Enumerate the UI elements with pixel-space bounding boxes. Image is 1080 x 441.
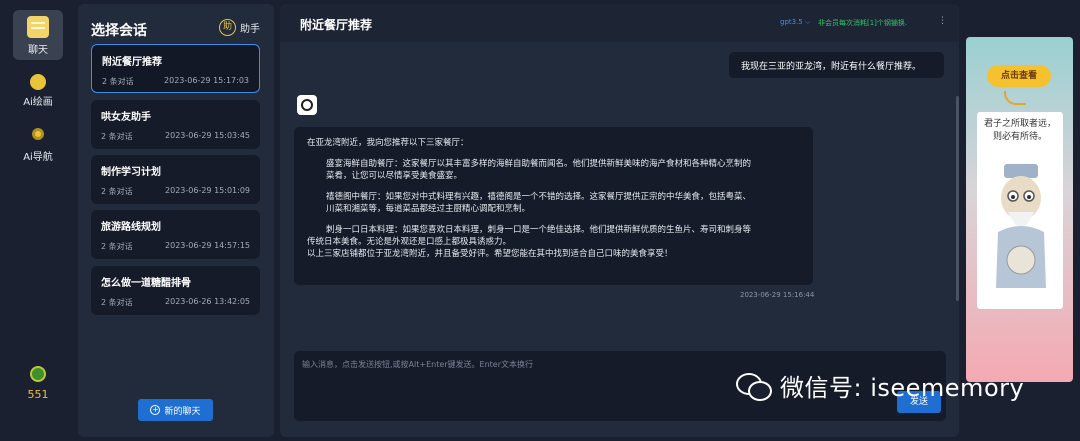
conversation-time: 2023-06-29 15:01:09 xyxy=(165,186,250,195)
conversation-count: 2 条对话 xyxy=(101,132,133,141)
chat-title: 附近餐厅推荐 xyxy=(300,18,373,32)
paint-icon xyxy=(30,74,46,90)
conversation-title: 附近餐厅推荐 xyxy=(102,57,162,68)
scholar-character-image xyxy=(996,164,1046,288)
bot-line: 刺身一口日本料理：如果您喜欢日本料理，刺身一口是一个绝佳选择。他们提供新鲜优质的… xyxy=(326,225,752,235)
conversation-count: 2 条对话 xyxy=(102,77,134,86)
compass-icon xyxy=(32,128,44,140)
chat-icon xyxy=(27,16,49,38)
nav-ai-draw-label: Ai绘画 xyxy=(23,97,53,108)
bot-message: 在亚龙湾附近，我向您推荐以下三家餐厅： 盛宴海鲜自助餐厅：这家餐厅以其丰富多样的… xyxy=(294,127,813,285)
conversation-item[interactable]: 哄女友助手 2 条对话 2023-06-29 15:03:45 xyxy=(91,100,260,149)
conversation-time: 2023-06-26 13:42:05 xyxy=(165,297,250,306)
bot-line: 以上三家店铺都位于亚龙湾附近，并且备受好评。希望您能在其中找到适合自己口味的美食… xyxy=(307,249,673,259)
bot-message-time: 2023-06-29 15:16:44 xyxy=(740,291,815,299)
model-selector[interactable]: gpt3.5 ⌵ xyxy=(780,18,810,27)
wechat-icon xyxy=(736,371,772,401)
bot-line: 川菜和湘菜等，每道菜品都经过主厨精心调配和烹制。 xyxy=(326,204,531,214)
conversation-heading: 选择会话 xyxy=(91,23,147,39)
bot-line: 在亚龙湾附近，我向您推荐以下三家餐厅： xyxy=(307,138,469,148)
nav-ai-draw[interactable]: Ai绘画 xyxy=(13,74,63,108)
ad-quote-line: 则必有所待。 xyxy=(992,132,1047,142)
new-chat-label: 新的聊天 xyxy=(164,406,201,417)
ad-quote-line: 君子之所取者远， xyxy=(983,119,1056,129)
ad-view-button[interactable]: 点击查看 xyxy=(987,65,1051,87)
conversation-item[interactable]: 制作学习计划 2 条对话 2023-06-29 15:01:09 xyxy=(91,155,260,204)
conversation-time: 2023-06-29 15:17:03 xyxy=(164,76,249,85)
plus-icon: + xyxy=(150,405,161,415)
bot-avatar-icon xyxy=(297,95,317,115)
conversation-item[interactable]: 附近餐厅推荐 2 条对话 2023-06-29 15:17:03 xyxy=(91,44,260,93)
assistant-label: 助手 xyxy=(240,24,260,35)
bot-line: 菜肴，让您可以尽情享受美食盛宴。 xyxy=(326,171,463,181)
bot-line: 盛宴海鲜自助餐厅：这家餐厅以其丰富多样的海鲜自助餐而闻名。他们提供新鲜美味的海产… xyxy=(326,159,752,169)
coin-count: 551 xyxy=(27,388,49,401)
conversation-count: 2 条对话 xyxy=(101,298,133,307)
ad-quote: 君子之所取者远， 则必有所待。 xyxy=(977,118,1063,144)
conversation-title: 怎么做一道糖醋排骨 xyxy=(101,278,191,289)
conversation-title: 制作学习计划 xyxy=(101,167,161,178)
conversation-time: 2023-06-29 14:57:15 xyxy=(165,241,250,250)
nav-ai-guide[interactable]: Ai导航 xyxy=(13,128,63,163)
more-menu-icon[interactable]: ⋮ xyxy=(938,16,947,26)
nav-chat[interactable]: 聊天 xyxy=(13,10,63,60)
assistant-button[interactable]: 助 助手 xyxy=(219,19,260,36)
model-note: 非会员每次消耗[1]个钢镚换. xyxy=(818,19,908,27)
model-name: gpt3.5 xyxy=(780,18,803,26)
coin-icon xyxy=(30,366,46,382)
conversation-time: 2023-06-29 15:03:45 xyxy=(165,131,250,140)
bot-line: 传统日本美食。无论是外观还是口感上都极具诱惑力。 xyxy=(307,237,512,247)
chat-scrollbar[interactable] xyxy=(956,96,959,301)
new-chat-button[interactable]: + 新的聊天 xyxy=(138,399,213,421)
nav-chat-label: 聊天 xyxy=(28,45,48,56)
conversation-title: 哄女友助手 xyxy=(101,112,151,123)
bot-line: 禧德阁中餐厅：如果您对中式料理有兴趣，禧德阁是一个不错的选择。这家餐厅提供正宗的… xyxy=(326,192,752,202)
nav-ai-guide-label: Ai导航 xyxy=(23,152,53,163)
arrow-icon xyxy=(1004,91,1026,105)
ad-card: 君子之所取者远， 则必有所待。 xyxy=(977,112,1063,309)
ad-banner[interactable]: 点击查看 君子之所取者远， 则必有所待。 xyxy=(966,37,1073,382)
conversation-count: 2 条对话 xyxy=(101,187,133,196)
conversation-panel: 选择会话 助 助手 附近餐厅推荐 2 条对话 2023-06-29 15:17:0… xyxy=(78,4,274,437)
conversation-count: 2 条对话 xyxy=(101,242,133,251)
assistant-icon: 助 xyxy=(219,19,236,36)
coin-balance[interactable]: 551 xyxy=(13,366,63,401)
conversation-title: 旅游路线规划 xyxy=(101,222,161,233)
user-message: 我现在三亚的亚龙湾，附近有什么餐厅推荐。 xyxy=(729,52,944,78)
conversation-item[interactable]: 怎么做一道糖醋排骨 2 条对话 2023-06-26 13:42:05 xyxy=(91,266,260,315)
left-rail: 聊天 Ai绘画 Ai导航 551 xyxy=(0,0,74,441)
conversation-item[interactable]: 旅游路线规划 2 条对话 2023-06-29 14:57:15 xyxy=(91,210,260,259)
chat-header: 附近餐厅推荐 gpt3.5 ⌵ 非会员每次消耗[1]个钢镚换. ⋮ xyxy=(280,4,959,42)
